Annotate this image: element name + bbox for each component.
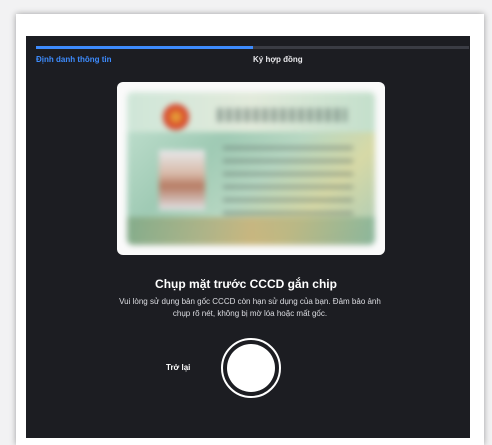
capture-heading: Chụp mặt trước CCCD gắn chip bbox=[155, 277, 337, 291]
progress-bar bbox=[36, 46, 469, 49]
step-label-contract: Ký hợp đồng bbox=[253, 55, 303, 64]
shutter-button-inner[interactable] bbox=[227, 344, 275, 392]
progress-fill bbox=[36, 46, 253, 49]
id-card-preview-image bbox=[127, 92, 375, 245]
camera-shutter-icon[interactable] bbox=[221, 338, 281, 398]
step-label-identity: Định danh thông tin bbox=[36, 55, 112, 64]
portrait-photo bbox=[159, 150, 205, 210]
back-button[interactable]: Trở lại bbox=[166, 363, 190, 372]
emblem-icon bbox=[163, 104, 189, 130]
capture-description: Vui lòng sử dụng bản gốc CCCD còn hạn sử… bbox=[119, 297, 381, 318]
